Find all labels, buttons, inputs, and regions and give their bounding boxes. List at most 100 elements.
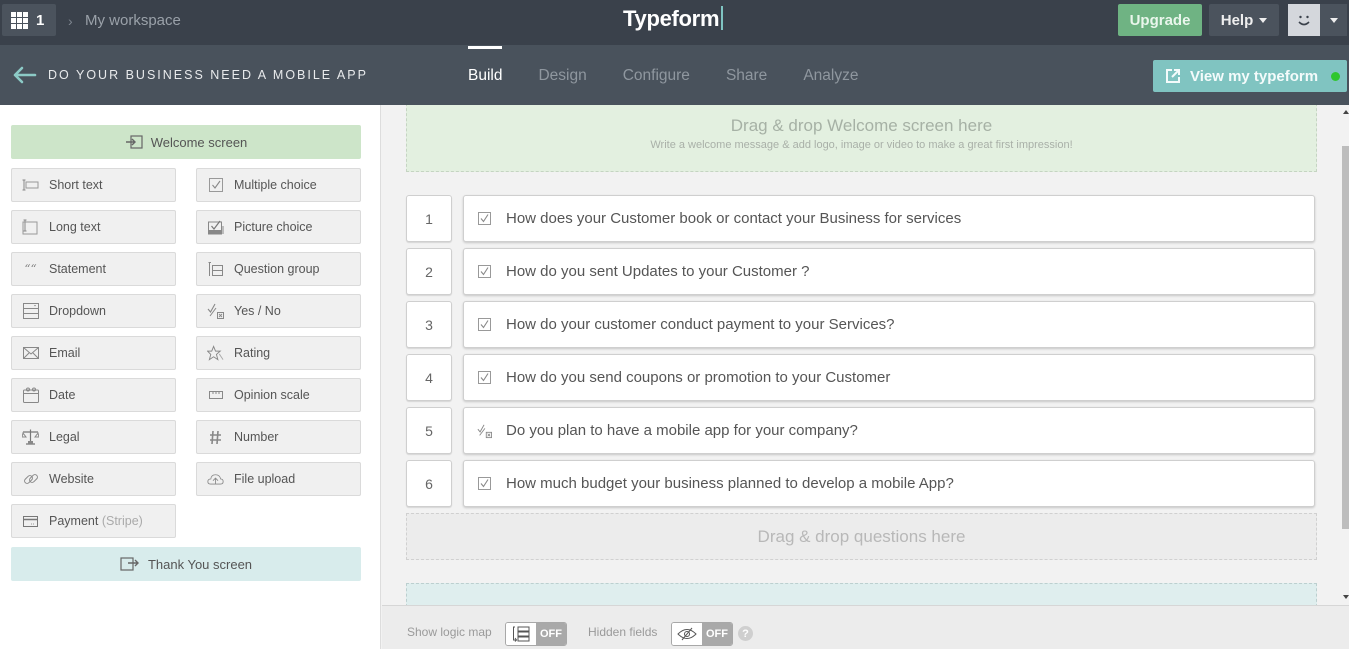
qtype-number[interactable]: Number [196, 420, 361, 454]
help-button[interactable]: Help [1209, 4, 1279, 36]
question-number[interactable]: 6 [406, 460, 452, 507]
breadcrumb-workspace[interactable]: My workspace [85, 12, 181, 29]
chevron-down-icon [1259, 17, 1268, 23]
top-bar: 1 › My workspace Typeform Upgrade Help [0, 0, 1349, 45]
question-card[interactable]: Do you plan to have a mobile app for you… [463, 407, 1315, 454]
legal-scales-icon [22, 429, 39, 445]
question-text: Do you plan to have a mobile app for you… [506, 422, 858, 439]
tab-analyze[interactable]: Analyze [785, 45, 876, 105]
tab-share[interactable]: Share [708, 45, 785, 105]
smiley-icon [1298, 15, 1310, 26]
qtype-rating[interactable]: Rating [196, 336, 361, 370]
logic-map-toggle[interactable]: OFF [505, 622, 567, 646]
form-toolbar: DO YOUR BUSINESS NEED A MOBILE APP Build… [0, 45, 1349, 105]
exit-screen-icon [120, 556, 139, 571]
eye-slash-icon [672, 623, 702, 645]
question-number[interactable]: 2 [406, 248, 452, 295]
questions-dropzone[interactable]: Drag & drop questions here [406, 513, 1317, 560]
question-number[interactable]: 4 [406, 354, 452, 401]
qtype-statement[interactable]: ““ Statement [11, 252, 176, 286]
qtype-payment[interactable]: Payment (Stripe) [11, 504, 176, 538]
qtype-question-group[interactable]: Question group [196, 252, 361, 286]
link-icon [22, 471, 39, 487]
upgrade-button[interactable]: Upgrade [1118, 4, 1202, 36]
tab-configure[interactable]: Configure [605, 45, 708, 105]
qtype-label: Multiple choice [234, 178, 317, 192]
question-row: 4 How do you send coupons or promotion t… [406, 354, 1315, 401]
star-icon [207, 345, 224, 361]
question-text: How do you send coupons or promotion to … [506, 369, 891, 386]
question-card[interactable]: How much budget your business planned to… [463, 460, 1315, 507]
qtype-label: Long text [49, 220, 101, 234]
question-card[interactable]: How do you sent Updates to your Customer… [463, 248, 1315, 295]
logic-map-label: Show logic map [407, 625, 492, 639]
envelope-icon [22, 345, 39, 361]
question-card[interactable]: How do your customer conduct payment to … [463, 301, 1315, 348]
qtype-yes-no[interactable]: Yes / No [196, 294, 361, 328]
avatar[interactable] [1288, 4, 1320, 36]
qtype-label: Question group [234, 262, 320, 276]
qtype-long-text[interactable]: Long text [11, 210, 176, 244]
question-text: How do your customer conduct payment to … [506, 316, 895, 333]
qtype-label: Opinion scale [234, 388, 310, 402]
welcome-screen-button[interactable]: Welcome screen [11, 125, 361, 159]
question-number[interactable]: 3 [406, 301, 452, 348]
thank-you-dropzone[interactable] [406, 583, 1317, 605]
qtype-label: Yes / No [234, 304, 281, 318]
view-typeform-label: View my typeform [1190, 67, 1319, 85]
scrollbar-thumb[interactable] [1342, 146, 1349, 529]
question-card[interactable]: How does your Customer book or contact y… [463, 195, 1315, 242]
question-text: How do you sent Updates to your Customer… [506, 263, 810, 280]
help-question-icon[interactable]: ? [738, 626, 753, 641]
question-number[interactable]: 1 [406, 195, 452, 242]
calendar-icon [22, 387, 39, 403]
apps-menu-button[interactable]: 1 [2, 4, 56, 36]
qtype-website[interactable]: Website [11, 462, 176, 496]
question-group-icon [207, 261, 224, 277]
qtype-multiple-choice[interactable]: Multiple choice [196, 168, 361, 202]
question-number[interactable]: 5 [406, 407, 452, 454]
payment-provider-label: (Stripe) [101, 514, 143, 528]
scroll-up-arrow-icon[interactable] [1343, 110, 1349, 114]
form-canvas: Drag & drop Welcome screen here Write a … [382, 105, 1340, 605]
qtype-dropdown[interactable]: Dropdown [11, 294, 176, 328]
live-status-dot [1331, 71, 1341, 81]
qtype-picture-choice[interactable]: Picture choice [196, 210, 361, 244]
payment-label: Payment [49, 514, 99, 528]
welcome-dropzone-title: Drag & drop Welcome screen here [730, 116, 993, 135]
cloud-upload-icon [207, 471, 224, 487]
qtype-email[interactable]: Email [11, 336, 176, 370]
question-row: 6 How much budget your business planned … [406, 460, 1315, 507]
welcome-screen-dropzone[interactable]: Drag & drop Welcome screen here Write a … [406, 105, 1317, 172]
hidden-fields-state: OFF [702, 623, 732, 645]
yes-no-icon [477, 423, 492, 438]
question-card[interactable]: How do you send coupons or promotion to … [463, 354, 1315, 401]
hidden-fields-toggle[interactable]: OFF [671, 622, 733, 646]
question-row: 5 Do you plan to have a mobile app for y… [406, 407, 1315, 454]
qtype-date[interactable]: Date [11, 378, 176, 412]
canvas-footer: Show logic map OFF Hidden fields OFF ? [382, 605, 1349, 649]
qtype-label: Short text [49, 178, 103, 192]
question-row: 2 How do you sent Updates to your Custom… [406, 248, 1315, 295]
multiple-choice-icon [477, 370, 492, 385]
qtype-legal[interactable]: Legal [11, 420, 176, 454]
chevron-right-icon: › [68, 13, 73, 29]
account-menu-button[interactable] [1320, 4, 1347, 36]
qtype-file-upload[interactable]: File upload [196, 462, 361, 496]
multiple-choice-icon [477, 476, 492, 491]
qtype-short-text[interactable]: Short text [11, 168, 176, 202]
form-title: DO YOUR BUSINESS NEED A MOBILE APP [48, 68, 368, 82]
scroll-down-arrow-icon[interactable] [1343, 595, 1349, 599]
back-arrow-icon[interactable] [11, 65, 37, 85]
quote-icon: ““ [24, 262, 37, 276]
multiple-choice-icon [207, 177, 224, 193]
view-typeform-button[interactable]: View my typeform [1153, 60, 1347, 92]
qtype-opinion-scale[interactable]: Opinion scale [196, 378, 361, 412]
help-label: Help [1220, 11, 1254, 29]
qtype-label: Number [234, 430, 279, 444]
tab-build[interactable]: Build [450, 45, 520, 105]
chevron-down-icon [1329, 17, 1338, 23]
tab-design[interactable]: Design [520, 45, 604, 105]
grid-icon [11, 11, 28, 29]
thank-you-screen-button[interactable]: Thank You screen [11, 547, 361, 581]
